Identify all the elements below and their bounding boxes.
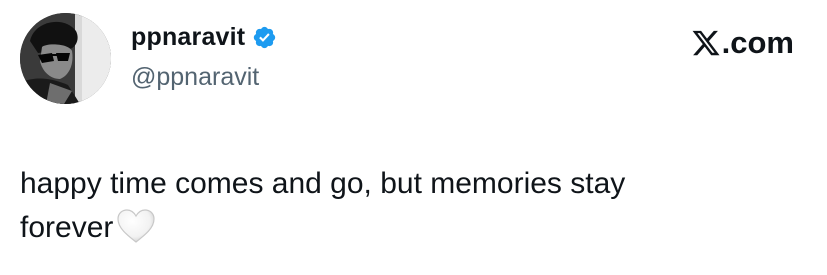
user-handle[interactable]: @ppnaravit bbox=[131, 62, 259, 92]
brand-label: .com bbox=[721, 25, 794, 60]
x-logo-icon bbox=[691, 28, 721, 58]
tweet-text: happy time comes and go, but memories st… bbox=[20, 162, 810, 250]
verified-badge-icon bbox=[252, 25, 277, 50]
avatar[interactable] bbox=[20, 13, 111, 104]
tweet-text-line-2: forever bbox=[20, 206, 810, 250]
avatar-photo bbox=[20, 13, 111, 104]
tweet-text-line-2-text: forever bbox=[20, 211, 114, 244]
tweet-text-line-1: happy time comes and go, but memories st… bbox=[20, 167, 626, 200]
name-row: ppnaravit bbox=[131, 22, 277, 52]
white-heart-icon bbox=[115, 207, 157, 245]
display-name[interactable]: ppnaravit bbox=[131, 22, 245, 52]
brand-logo: .com bbox=[691, 25, 794, 61]
